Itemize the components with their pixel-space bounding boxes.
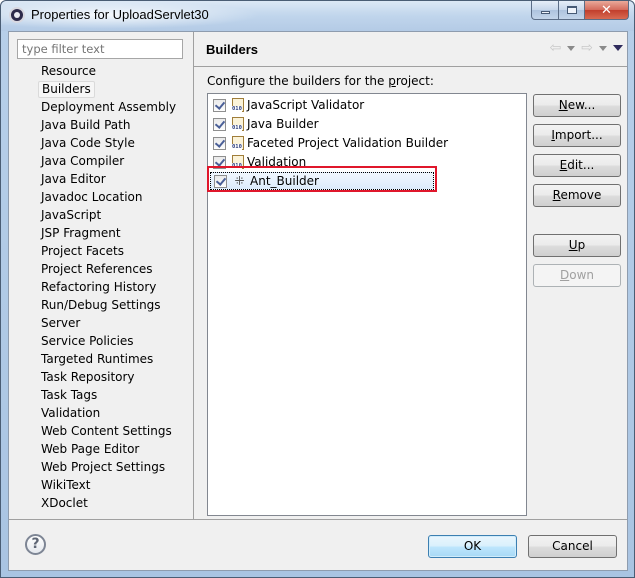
ok-button[interactable]: OK xyxy=(428,535,517,558)
builders-list: JavaScript Validator Java Builder Faceted … xyxy=(207,93,527,516)
view-menu-icon[interactable] xyxy=(613,45,623,51)
nav-item-web-content-settings[interactable]: Web Content Settings xyxy=(38,423,175,440)
remove-button[interactable]: Remove xyxy=(533,184,621,207)
back-history-dropdown-icon[interactable] xyxy=(567,45,576,51)
nav-item-run-debug-settings[interactable]: Run/Debug Settings xyxy=(38,297,164,314)
maximize-icon xyxy=(566,6,577,14)
nav-item-refactoring-history[interactable]: Refactoring History xyxy=(38,279,159,296)
nav-item-xdoclet[interactable]: XDoclet xyxy=(38,495,91,512)
footer-separator xyxy=(9,519,627,520)
import-button[interactable]: Import... xyxy=(533,124,621,147)
nav-item-targeted-runtimes[interactable]: Targeted Runtimes xyxy=(38,351,156,368)
nav-item-validation[interactable]: Validation xyxy=(38,405,103,422)
nav-item-project-references[interactable]: Project References xyxy=(38,261,156,278)
label-rest: p xyxy=(577,238,586,252)
nav-item-web-project-settings[interactable]: Web Project Settings xyxy=(38,459,168,476)
nav-item-java-compiler[interactable]: Java Compiler xyxy=(38,153,127,170)
nav-item-javadoc-location[interactable]: Javadoc Location xyxy=(38,189,145,206)
builder-enabled-checkbox[interactable] xyxy=(213,136,226,150)
maximize-button[interactable] xyxy=(559,1,585,20)
cancel-button[interactable]: Cancel xyxy=(528,535,617,558)
binary-builder-icon xyxy=(232,98,244,112)
configure-label: Configure the builders for the project: xyxy=(207,74,434,88)
up-button[interactable]: Up xyxy=(533,234,621,257)
nav-item-builders[interactable]: Builders xyxy=(38,81,95,98)
nav-item-java-code-style[interactable]: Java Code Style xyxy=(38,135,138,152)
label-rest: mport... xyxy=(554,128,603,142)
edit-button[interactable]: Edit... xyxy=(533,154,621,177)
window-title: Properties for UploadServlet30 xyxy=(31,7,209,22)
label-rest: dit... xyxy=(567,158,595,172)
builder-label: Java Builder xyxy=(247,117,319,131)
properties-dialog: Properties for UploadServlet30 ✕ Resourc… xyxy=(0,0,635,578)
annotation-highlight-box xyxy=(207,166,437,192)
nav-item-javascript[interactable]: JavaScript xyxy=(38,207,104,224)
nav-item-jsp-fragment[interactable]: JSP Fragment xyxy=(38,225,124,242)
down-button[interactable]: Down xyxy=(533,264,621,287)
title-separator xyxy=(194,66,627,67)
nav-item-java-build-path[interactable]: Java Build Path xyxy=(38,117,133,134)
mnemonic: U xyxy=(568,238,578,252)
eclipse-gear-icon xyxy=(9,7,25,23)
window-controls: ✕ xyxy=(531,1,629,21)
builder-row[interactable]: JavaScript Validator xyxy=(210,96,434,114)
right-pane: Builders ⇦ ⇨ Configure the builders for … xyxy=(194,32,627,519)
page-nav-controls: ⇦ ⇨ xyxy=(550,41,623,55)
nav-item-server[interactable]: Server xyxy=(38,315,83,332)
forward-history-dropdown-icon[interactable] xyxy=(599,45,607,51)
nav-item-deployment-assembly[interactable]: Deployment Assembly xyxy=(38,99,179,116)
builder-row[interactable]: Java Builder xyxy=(210,115,434,133)
nav-item-project-facets[interactable]: Project Facets xyxy=(38,243,127,260)
new-button[interactable]: New... xyxy=(533,94,621,117)
nav-item-java-editor[interactable]: Java Editor xyxy=(38,171,109,188)
close-icon: ✕ xyxy=(601,2,612,18)
nav-item-task-repository[interactable]: Task Repository xyxy=(38,369,138,386)
builder-enabled-checkbox[interactable] xyxy=(213,98,226,112)
page-title: Builders xyxy=(206,42,259,57)
builder-label: Faceted Project Validation Builder xyxy=(247,136,449,150)
minimize-button[interactable] xyxy=(531,1,559,20)
nav-item-task-tags[interactable]: Task Tags xyxy=(38,387,100,404)
binary-builder-icon xyxy=(232,117,244,131)
minimize-icon xyxy=(540,11,550,14)
close-button[interactable]: ✕ xyxy=(585,1,629,20)
label-rest: emove xyxy=(560,188,602,202)
label-rest: own xyxy=(569,268,594,282)
builder-label: JavaScript Validator xyxy=(247,98,365,112)
nav-item-service-policies[interactable]: Service Policies xyxy=(38,333,137,350)
label-rest: ew... xyxy=(567,98,596,112)
title-bar[interactable]: Properties for UploadServlet30 ✕ xyxy=(1,1,634,31)
forward-arrow-icon[interactable]: ⇨ xyxy=(581,41,593,55)
filter-input[interactable] xyxy=(17,39,183,59)
nav-item-web-page-editor[interactable]: Web Page Editor xyxy=(38,441,142,458)
back-arrow-icon[interactable]: ⇦ xyxy=(550,41,562,55)
left-pane: ResourceBuildersDeployment AssemblyJava … xyxy=(9,32,193,519)
builder-enabled-checkbox[interactable] xyxy=(213,117,226,131)
mnemonic: N xyxy=(558,98,568,112)
help-icon[interactable]: ? xyxy=(25,534,46,555)
binary-builder-icon xyxy=(232,136,244,150)
mnemonic: p xyxy=(388,74,396,88)
builder-row[interactable]: Faceted Project Validation Builder xyxy=(210,134,448,152)
dialog-client-area: ResourceBuildersDeployment AssemblyJava … xyxy=(8,31,628,571)
nav-item-wikitext[interactable]: WikiText xyxy=(38,477,94,494)
nav-item-resource[interactable]: Resource xyxy=(38,63,99,80)
mnemonic: D xyxy=(559,268,570,282)
